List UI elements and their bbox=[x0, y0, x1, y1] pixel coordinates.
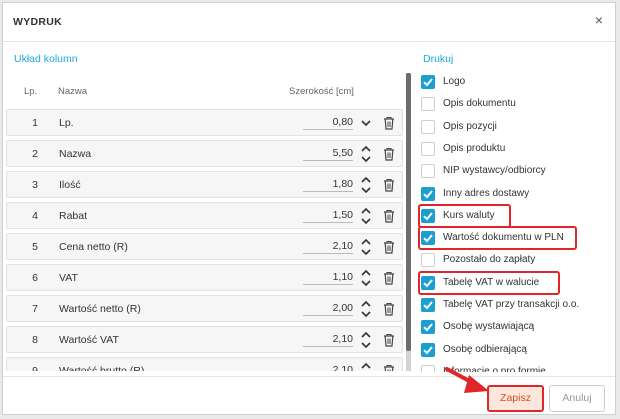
width-input[interactable]: 2,10 bbox=[303, 362, 353, 371]
header-lp: Lp. bbox=[24, 86, 38, 97]
print-option-label: Pozostało do zapłaty bbox=[443, 254, 536, 265]
chevron-up-down-icon[interactable] bbox=[359, 299, 373, 319]
dialog-title: WYDRUK bbox=[13, 16, 63, 28]
close-icon[interactable]: × bbox=[595, 13, 603, 27]
annotation-arrow-icon bbox=[445, 367, 489, 393]
columns-scrollbar-thumb[interactable] bbox=[406, 73, 411, 351]
width-input[interactable]: 2,10 bbox=[303, 238, 353, 254]
trash-icon[interactable] bbox=[383, 147, 395, 161]
trash-icon[interactable] bbox=[383, 364, 395, 371]
row-lp: 2 bbox=[32, 148, 38, 160]
column-row[interactable]: 8 Wartość VAT 2,10 bbox=[6, 326, 403, 353]
chevron-up-down-icon[interactable] bbox=[359, 330, 373, 350]
chevron-up-down-icon[interactable] bbox=[359, 175, 373, 195]
highlight-frame bbox=[418, 226, 577, 250]
print-option-label: Opis produktu bbox=[443, 143, 506, 154]
chevron-up-down-icon[interactable] bbox=[359, 268, 373, 288]
trash-icon[interactable] bbox=[383, 271, 395, 285]
trash-icon[interactable] bbox=[383, 333, 395, 347]
row-lp: 7 bbox=[32, 303, 38, 315]
print-option-label: Opis pozycji bbox=[443, 121, 497, 132]
columns-section-title: Układ kolumn bbox=[14, 53, 78, 65]
row-lp: 5 bbox=[32, 241, 38, 253]
chevron-down-icon[interactable] bbox=[359, 113, 373, 133]
row-name: Cena netto (R) bbox=[59, 241, 128, 253]
column-row[interactable]: 7 Wartość netto (R) 2,00 bbox=[6, 295, 403, 322]
print-option-label: Opis dokumentu bbox=[443, 98, 516, 109]
save-button[interactable]: Zapisz bbox=[487, 385, 544, 412]
width-input[interactable]: 0,80 bbox=[303, 114, 353, 130]
row-name: Wartość VAT bbox=[59, 334, 119, 346]
checkbox-unchecked-icon[interactable] bbox=[421, 164, 435, 178]
checkbox-unchecked-icon[interactable] bbox=[421, 365, 435, 372]
row-name: Lp. bbox=[59, 117, 74, 129]
column-row[interactable]: 3 Ilość 1,80 bbox=[6, 171, 403, 198]
checkbox-checked-icon[interactable] bbox=[421, 320, 435, 334]
width-input[interactable]: 1,50 bbox=[303, 207, 353, 223]
column-row[interactable]: 5 Cena netto (R) 2,10 bbox=[6, 233, 403, 260]
highlight-frame bbox=[418, 271, 560, 295]
row-name: Ilość bbox=[59, 179, 81, 191]
print-option-label: Osobę odbierającą bbox=[443, 344, 527, 355]
columns-list: 1 Lp. 0,80 2 Nazwa 5,50 3 Ilość 1,80 4 Rabat 1,50 5 C… bbox=[3, 109, 407, 371]
print-option-label: Osobę wystawiającą bbox=[443, 321, 535, 332]
row-name: Nazwa bbox=[59, 148, 92, 160]
highlight-frame bbox=[418, 204, 511, 228]
print-option-label: Tabelę VAT przy transakcji o.o. bbox=[443, 299, 580, 310]
trash-icon[interactable] bbox=[383, 209, 395, 223]
checkbox-unchecked-icon[interactable] bbox=[421, 142, 435, 156]
print-section-title: Drukuj bbox=[423, 53, 454, 65]
width-input[interactable]: 1,10 bbox=[303, 269, 353, 285]
trash-icon[interactable] bbox=[383, 302, 395, 316]
print-options-list: Logo Opis dokumentu Opis pozycji Opis produ… bbox=[417, 70, 607, 372]
column-row[interactable]: 9 Wartość brutto (R) 2,10 bbox=[6, 357, 403, 371]
width-input[interactable]: 2,10 bbox=[303, 331, 353, 347]
row-lp: 9 bbox=[32, 365, 38, 371]
chevron-up-down-icon[interactable] bbox=[359, 206, 373, 226]
row-lp: 1 bbox=[32, 117, 38, 129]
row-lp: 8 bbox=[32, 334, 38, 346]
checkbox-unchecked-icon[interactable] bbox=[421, 97, 435, 111]
print-option-label: Logo bbox=[443, 76, 466, 87]
trash-icon[interactable] bbox=[383, 240, 395, 254]
header-width: Szerokość [cm] bbox=[289, 86, 354, 97]
row-lp: 6 bbox=[32, 272, 38, 284]
row-name: Wartość brutto (R) bbox=[59, 365, 145, 371]
cancel-button[interactable]: Anuluj bbox=[549, 385, 605, 412]
column-row[interactable]: 4 Rabat 1,50 bbox=[6, 202, 403, 229]
header-name: Nazwa bbox=[58, 86, 88, 97]
checkbox-unchecked-icon[interactable] bbox=[421, 253, 435, 267]
trash-icon[interactable] bbox=[383, 178, 395, 192]
row-lp: 4 bbox=[32, 210, 38, 222]
checkbox-checked-icon[interactable] bbox=[421, 187, 435, 201]
print-option-label: NIP wystawcy/odbiorcy bbox=[443, 165, 546, 176]
checkbox-checked-icon[interactable] bbox=[421, 75, 435, 89]
chevron-up-down-icon[interactable] bbox=[359, 144, 373, 164]
column-row[interactable]: 6 VAT 1,10 bbox=[6, 264, 403, 291]
checkbox-checked-icon[interactable] bbox=[421, 298, 435, 312]
row-name: VAT bbox=[59, 272, 78, 284]
trash-icon[interactable] bbox=[383, 116, 395, 130]
column-row[interactable]: 1 Lp. 0,80 bbox=[6, 109, 403, 136]
chevron-up-down-icon[interactable] bbox=[359, 237, 373, 257]
print-option-label: Inny adres dostawy bbox=[443, 188, 530, 199]
print-dialog: WYDRUK × Układ kolumn Drukuj Lp. Nazwa S… bbox=[2, 2, 616, 415]
checkbox-unchecked-icon[interactable] bbox=[421, 120, 435, 134]
row-name: Wartość netto (R) bbox=[59, 303, 141, 315]
width-input[interactable]: 1,80 bbox=[303, 176, 353, 192]
row-lp: 3 bbox=[32, 179, 38, 191]
row-name: Rabat bbox=[59, 210, 88, 222]
width-input[interactable]: 2,00 bbox=[303, 300, 353, 316]
column-row[interactable]: 2 Nazwa 5,50 bbox=[6, 140, 403, 167]
chevron-up-down-icon[interactable] bbox=[359, 361, 373, 371]
checkbox-checked-icon[interactable] bbox=[421, 343, 435, 357]
dialog-header: WYDRUK × bbox=[3, 3, 615, 42]
width-input[interactable]: 5,50 bbox=[303, 145, 353, 161]
